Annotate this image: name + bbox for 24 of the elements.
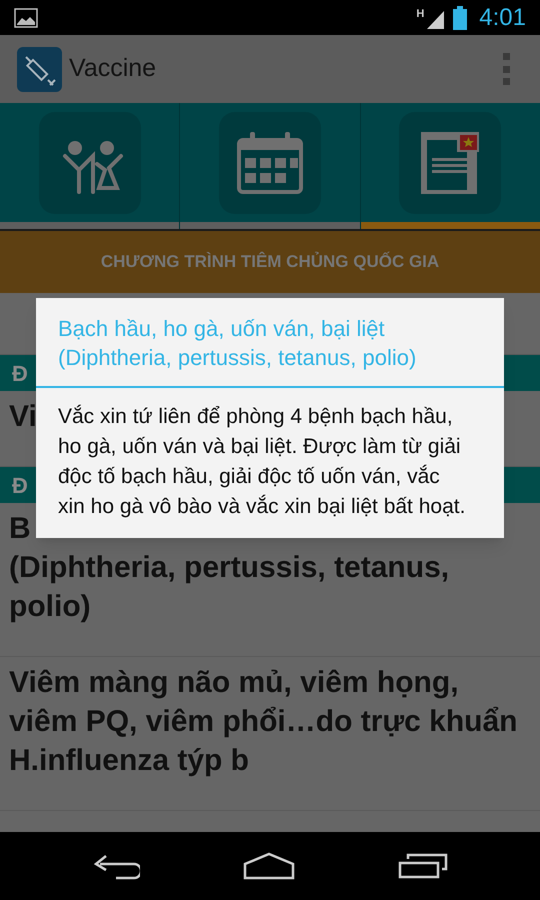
banner-title: CHƯƠNG TRÌNH TIÊM CHỦNG QUỐC GIA [100, 250, 440, 274]
overflow-menu-icon[interactable] [502, 53, 510, 85]
list-item-title: H.influenza týp b [9, 743, 249, 779]
list-item-title: Viêm màng não mủ, viêm họng, [9, 665, 459, 701]
app-title: Vaccine [69, 53, 158, 84]
list-item-title: Vi [9, 399, 37, 435]
tab[interactable] [180, 103, 361, 229]
section-title: Đ [12, 360, 28, 388]
section-title: Đ [12, 472, 28, 500]
list-item-title: viêm PQ, viêm phổi…do trực khuẩn [9, 704, 518, 740]
battery-icon [453, 6, 468, 30]
tab[interactable] [0, 103, 180, 229]
list-item-title: (Diphtheria, pertussis, tetanus, [9, 550, 450, 586]
clock: 4:01 [479, 2, 526, 32]
back-icon[interactable] [92, 852, 140, 880]
list-item[interactable]: Viêm màng não mủ, viêm họng, viêm PQ, viêm phổi…do trực khuẩn H.influenza týp b [0, 657, 540, 811]
network-type-label: H [416, 7, 424, 22]
dialog-title: Bạch hầu, ho gà, uốn ván, bại liệt (Diphtheria, pertussis, tetanus, polio) [58, 315, 418, 372]
home-icon[interactable] [242, 852, 295, 880]
syringe-app-icon [17, 46, 62, 92]
list-item-title: B [9, 511, 31, 547]
image-icon [14, 8, 38, 28]
list-item-title: polio) [9, 589, 91, 625]
recent-apps-icon[interactable] [398, 853, 448, 879]
